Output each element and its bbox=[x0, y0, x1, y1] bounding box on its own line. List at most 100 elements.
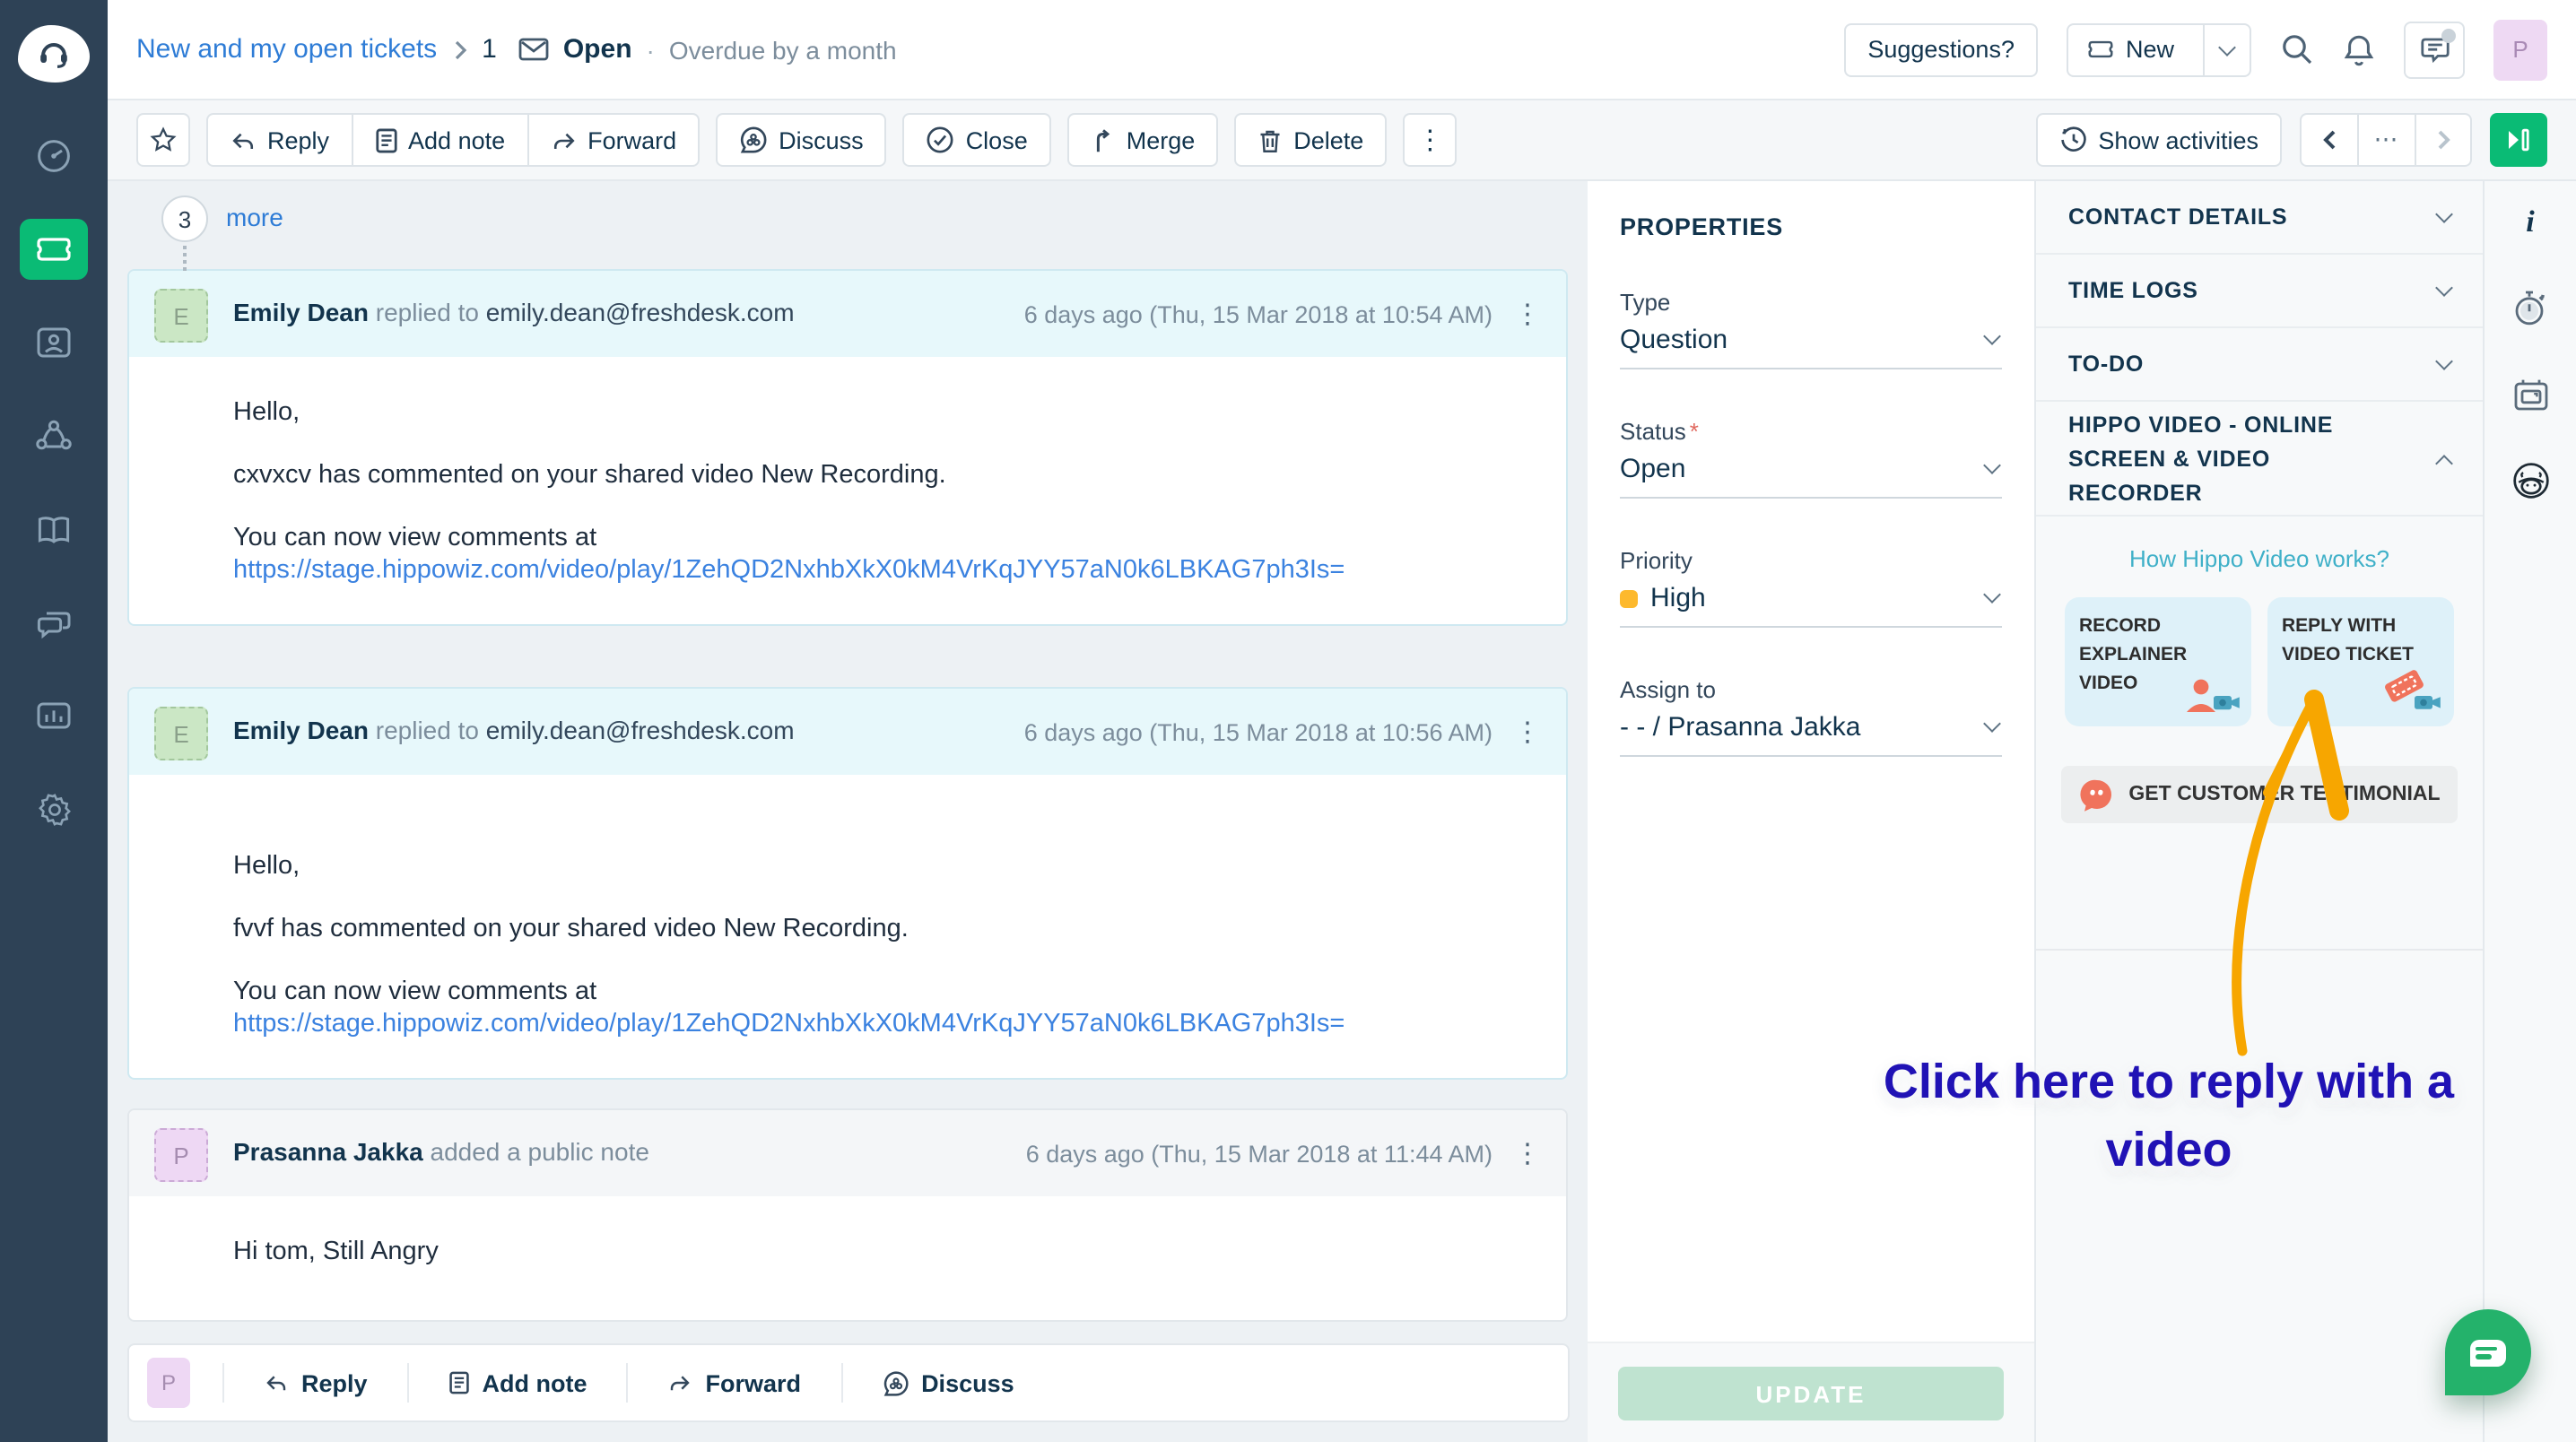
timestamp: 6 days ago (Thu, 15 Mar 2018 at 10:54 AM… bbox=[1024, 300, 1493, 327]
previous-ticket-button[interactable] bbox=[2300, 113, 2357, 167]
search-icon[interactable] bbox=[2280, 32, 2314, 66]
nav-reports-icon[interactable] bbox=[20, 685, 88, 746]
chat-bubble-icon bbox=[2470, 1339, 2506, 1366]
notifications-bell-icon[interactable] bbox=[2343, 31, 2375, 67]
contact-details-section[interactable]: CONTACT DETAILS bbox=[2036, 181, 2483, 255]
nav-contacts-icon[interactable] bbox=[20, 312, 88, 373]
hippo-video-section[interactable]: HIPPO VIDEO - ONLINE SCREEN & VIDEO RECO… bbox=[2036, 402, 2483, 517]
update-button[interactable]: UPDATE bbox=[1618, 1367, 2004, 1420]
message-header: P Prasanna Jakka added a public note 6 d… bbox=[129, 1110, 1566, 1196]
note-icon bbox=[448, 1370, 470, 1395]
forward-button[interactable]: Forward bbox=[527, 113, 700, 167]
collapsed-count-badge[interactable]: 3 bbox=[161, 195, 208, 242]
composer-reply-button[interactable]: Reply bbox=[222, 1363, 407, 1403]
priority-value: High bbox=[1650, 583, 1706, 613]
show-activities-button[interactable]: Show activities bbox=[2035, 113, 2282, 167]
delete-button[interactable]: Delete bbox=[1234, 113, 1387, 167]
conversation-pane: 3 more E Emily Dean replied to emily.dea… bbox=[108, 181, 1588, 1442]
priority-color-swatch bbox=[1620, 589, 1638, 607]
collapse-panel-button[interactable] bbox=[2490, 113, 2547, 167]
ticket-toolbar: Reply Add note Forward Discuss Close Mer… bbox=[108, 100, 2576, 181]
message-body: Hello, cxvxcv has commented on your shar… bbox=[129, 357, 1566, 624]
message-kebab-icon[interactable]: ⋮ bbox=[1514, 298, 1541, 330]
discuss-button[interactable]: Discuss bbox=[716, 113, 887, 167]
feedback-chat-icon[interactable] bbox=[2404, 21, 2465, 78]
hippo-video-app-icon[interactable] bbox=[2511, 461, 2550, 500]
testimonial-quote-icon bbox=[2078, 777, 2114, 812]
ellipsis-icon: ⋯ bbox=[2374, 126, 2400, 154]
required-asterisk: * bbox=[1690, 418, 1699, 445]
pager-more-button[interactable]: ⋯ bbox=[2357, 113, 2415, 167]
breadcrumb: New and my open tickets 1 Open · Overdue… bbox=[136, 34, 897, 65]
reply-button[interactable]: Reply bbox=[206, 113, 351, 167]
assign-to-field[interactable]: Assign to - - / Prasanna Jakka bbox=[1620, 676, 2002, 757]
properties-panel: PROPERTIES Type Question Status* Open Pr… bbox=[1588, 181, 2036, 1442]
message-kebab-icon[interactable]: ⋮ bbox=[1514, 716, 1541, 748]
type-field[interactable]: Type Question bbox=[1620, 289, 2002, 369]
properties-title: PROPERTIES bbox=[1620, 213, 2002, 240]
todo-section[interactable]: TO-DO bbox=[2036, 328, 2483, 402]
overdue-label: Overdue by a month bbox=[669, 35, 897, 64]
nav-tickets-icon[interactable] bbox=[20, 219, 88, 280]
nav-dashboard-icon[interactable] bbox=[20, 126, 88, 187]
message-header: E Emily Dean replied to emily.dean@fresh… bbox=[129, 271, 1566, 357]
collapsed-messages-row: 3 more bbox=[108, 181, 1588, 269]
contact-info-icon[interactable]: i bbox=[2511, 203, 2550, 242]
composer-discuss-button[interactable]: Discuss bbox=[840, 1363, 1054, 1403]
dot-separator: · bbox=[647, 35, 655, 64]
annotation-arrow bbox=[2221, 678, 2375, 1069]
panel-toggle-icon bbox=[2504, 127, 2533, 152]
message-kebab-icon[interactable]: ⋮ bbox=[1514, 1137, 1541, 1169]
chevron-right-icon bbox=[2434, 129, 2452, 151]
sender-name[interactable]: Emily Dean bbox=[233, 716, 369, 744]
suggestions-button[interactable]: Suggestions? bbox=[1844, 22, 2038, 76]
composer-forward-button[interactable]: Forward bbox=[627, 1363, 841, 1403]
notification-dot bbox=[2441, 28, 2456, 42]
nav-social-icon[interactable] bbox=[20, 405, 88, 466]
new-ticket-button[interactable]: New bbox=[2067, 22, 2251, 76]
new-dropdown-caret[interactable] bbox=[2203, 24, 2250, 74]
next-ticket-button[interactable] bbox=[2415, 113, 2472, 167]
message-card: E Emily Dean replied to emily.dean@fresh… bbox=[127, 269, 1568, 626]
stopwatch-icon[interactable] bbox=[2511, 289, 2550, 328]
breadcrumb-filter-link[interactable]: New and my open tickets bbox=[136, 34, 437, 65]
breadcrumb-chevron-icon bbox=[451, 39, 467, 60]
status-field[interactable]: Status* Open bbox=[1620, 418, 2002, 499]
more-options-button[interactable]: ⋮ bbox=[1403, 113, 1457, 167]
chat-widget-button[interactable] bbox=[2445, 1309, 2531, 1395]
ticket-icon bbox=[2086, 38, 2115, 61]
star-button[interactable] bbox=[136, 113, 190, 167]
status-value: Open bbox=[1620, 454, 2002, 484]
freshdesk-logo-icon[interactable] bbox=[18, 25, 90, 83]
show-more-link[interactable]: more bbox=[226, 203, 283, 231]
sender-name[interactable]: Prasanna Jakka bbox=[233, 1137, 423, 1166]
nav-forums-icon[interactable] bbox=[20, 592, 88, 653]
nav-solutions-icon[interactable] bbox=[20, 499, 88, 560]
timestamp: 6 days ago (Thu, 15 Mar 2018 at 11:44 AM… bbox=[1026, 1140, 1493, 1167]
add-note-button[interactable]: Add note bbox=[351, 113, 527, 167]
forward-icon bbox=[668, 1372, 693, 1394]
toolbar-right: Show activities ⋯ bbox=[2035, 113, 2547, 167]
hippo-how-it-works-link[interactable]: How Hippo Video works? bbox=[2036, 545, 2483, 572]
top-header: New and my open tickets 1 Open · Overdue… bbox=[108, 0, 2576, 100]
composer-add-note-button[interactable]: Add note bbox=[407, 1363, 627, 1403]
priority-field[interactable]: Priority High bbox=[1620, 547, 2002, 628]
merge-button[interactable]: Merge bbox=[1067, 113, 1219, 167]
todo-calendar-icon[interactable] bbox=[2511, 375, 2550, 414]
merge-icon bbox=[1091, 126, 1116, 153]
message-card: E Emily Dean replied to emily.dean@fresh… bbox=[127, 687, 1568, 1080]
close-check-icon bbox=[927, 126, 955, 154]
annotation-text: Click here to reply with a video bbox=[1866, 1049, 2472, 1185]
new-button-label: New bbox=[2126, 36, 2174, 63]
ticket-status: Open bbox=[563, 34, 632, 65]
nav-admin-icon[interactable] bbox=[20, 778, 88, 839]
video-link[interactable]: https://stage.hippowiz.com/video/play/1Z… bbox=[233, 556, 1345, 585]
user-avatar[interactable]: P bbox=[2493, 19, 2547, 80]
video-link[interactable]: https://stage.hippowiz.com/video/play/1Z… bbox=[233, 1010, 1345, 1038]
time-logs-section[interactable]: TIME LOGS bbox=[2036, 255, 2483, 328]
trash-icon bbox=[1258, 126, 1283, 153]
kebab-icon: ⋮ bbox=[1416, 126, 1443, 153]
ticket-id: 1 bbox=[482, 34, 497, 65]
close-button[interactable]: Close bbox=[903, 113, 1051, 167]
sender-name[interactable]: Emily Dean bbox=[233, 298, 369, 326]
